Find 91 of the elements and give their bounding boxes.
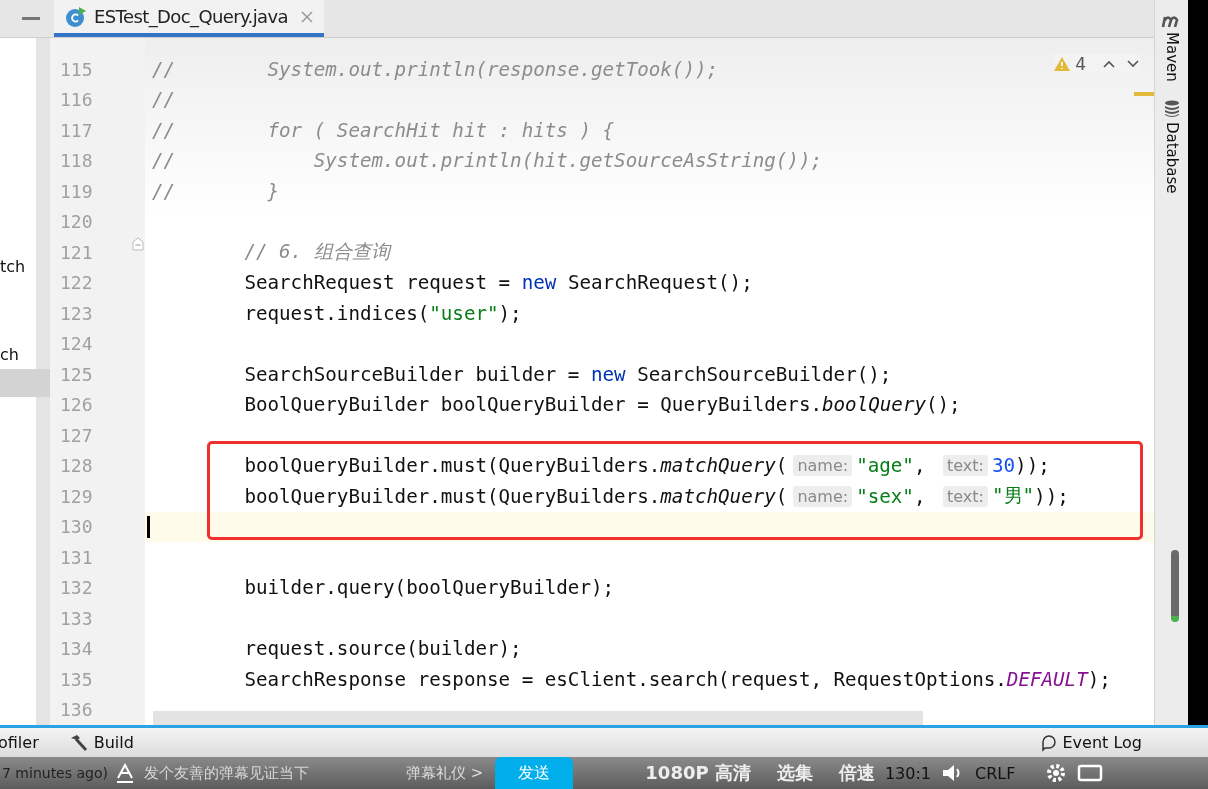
code-text: builder.query(boolQueryBuilder);	[243, 576, 615, 600]
line-number: 117	[59, 118, 94, 143]
quality-button[interactable]: 1080P 高清	[645, 761, 751, 785]
caret-position[interactable]: 130:1	[884, 763, 931, 783]
code-text: BoolQueryBuilder boolQueryBuilder = QueryBuilders.	[243, 393, 822, 417]
code-comment: // System.out.println(hit.getSourceAsString());	[152, 149, 822, 173]
line-number: 129	[59, 484, 94, 509]
warning-marker	[1134, 92, 1155, 96]
line-number: 130	[59, 515, 94, 540]
parameter-hint: name:	[793, 485, 853, 507]
line-number: 126	[59, 393, 94, 418]
code-text: request.source(builder);	[243, 637, 522, 661]
code-comment: // System.out.println(response.getTook());	[152, 57, 719, 81]
code-comment: // for ( SearchHit hit : hits ) {	[152, 118, 615, 142]
code-text: );	[498, 301, 522, 325]
line-number: 120	[59, 210, 94, 235]
chevron-down-icon[interactable]	[1126, 59, 1141, 69]
status-text: 7 minutes ago)	[2, 765, 108, 781]
line-number: 118	[59, 149, 94, 174]
line-number: 125	[59, 362, 94, 387]
code-comment: //	[152, 88, 176, 112]
code-string: "age"	[856, 454, 914, 478]
warning-count[interactable]: 4	[1075, 54, 1087, 74]
line-number: 134	[59, 637, 94, 662]
code-text: ,	[913, 454, 927, 478]
code-text: request.indices(	[243, 301, 430, 325]
line-number: 123	[59, 301, 94, 326]
code-method: matchQuery	[660, 454, 776, 478]
chevron-up-icon[interactable]	[1102, 59, 1117, 69]
database-icon	[1163, 99, 1180, 118]
tool-window-tab[interactable]: Maven	[1163, 32, 1180, 82]
text-style-icon[interactable]	[116, 763, 134, 783]
line-number: 116	[59, 88, 94, 113]
line-number: 121	[59, 240, 94, 265]
code-text: boolQueryBuilder.must(QueryBuilders.	[243, 454, 661, 478]
code-number: 30	[992, 454, 1016, 478]
panel-item[interactable]: ch	[0, 341, 36, 369]
code-text: SearchResponse response = esClient.search(request, RequestOptions.	[243, 667, 1007, 691]
code-string: "user"	[429, 301, 499, 325]
event-log-button[interactable]: Event Log	[1039, 733, 1142, 752]
parameter-hint: text:	[943, 455, 988, 477]
line-number: 132	[59, 576, 94, 601]
tool-window-tab[interactable]: Database	[1163, 121, 1180, 194]
code-constant: DEFAULT	[1006, 667, 1088, 691]
line-number: 115	[59, 57, 94, 82]
code-text: boolQueryBuilder.must(QueryBuilders.	[243, 484, 661, 508]
close-icon[interactable]	[300, 9, 314, 24]
code-keyword: new	[591, 362, 626, 386]
parameter-hint: text:	[943, 485, 988, 507]
code-text: SearchSourceBuilder();	[636, 362, 892, 386]
code-keyword: new	[521, 271, 557, 295]
line-number: 133	[59, 606, 94, 631]
scrollbar-thumb[interactable]	[1171, 550, 1180, 622]
code-text: SearchRequest();	[566, 271, 753, 295]
line-number: 135	[59, 667, 94, 692]
line-number: 119	[59, 179, 94, 204]
code-editor[interactable]	[50, 38, 1155, 725]
line-number: 128	[59, 454, 94, 479]
line-separator[interactable]: CRLF	[975, 763, 1016, 783]
code-method: matchQuery	[660, 484, 776, 508]
code-text: ));	[1015, 454, 1050, 478]
code-comment: // }	[152, 179, 280, 203]
etiquette-link[interactable]: 弹幕礼仪 >	[406, 763, 484, 783]
code-comment: // 6. 组合查询	[243, 239, 390, 266]
danmaku-input[interactable]: 发个友善的弹幕见证当下	[116, 763, 406, 783]
class-icon	[64, 4, 88, 29]
line-number: 124	[59, 332, 94, 357]
parameter-hint: name:	[793, 455, 853, 477]
tool-window-button[interactable]: Build	[68, 733, 134, 752]
line-number: 127	[59, 423, 94, 448]
episodes-button[interactable]: 选集	[776, 761, 813, 785]
code-text: SearchSourceBuilder builder =	[243, 362, 581, 386]
code-string: "sex"	[856, 484, 914, 508]
code-text: SearchRequest request =	[243, 271, 512, 295]
file-tab[interactable]: ESTest_Doc_Query.java	[54, 0, 324, 37]
code-text: ,	[913, 484, 927, 508]
settings-icon[interactable]	[1045, 762, 1068, 784]
speech-bubble-icon	[1039, 733, 1058, 752]
line-number: 122	[59, 271, 94, 296]
line-number: 131	[59, 545, 94, 570]
code-text: (	[775, 454, 788, 478]
code-string: "男"	[992, 483, 1035, 510]
code-text: ));	[1034, 484, 1069, 508]
line-number: 136	[59, 698, 94, 723]
code-text: (	[775, 484, 788, 508]
panel-item[interactable]: tch	[0, 253, 36, 281]
code-method: boolQuery	[822, 393, 926, 417]
fullscreen-icon[interactable]	[1077, 763, 1104, 783]
speed-button[interactable]: 倍速	[838, 761, 875, 785]
code-text: ();	[926, 393, 961, 417]
horizontal-scrollbar[interactable]	[153, 711, 923, 725]
